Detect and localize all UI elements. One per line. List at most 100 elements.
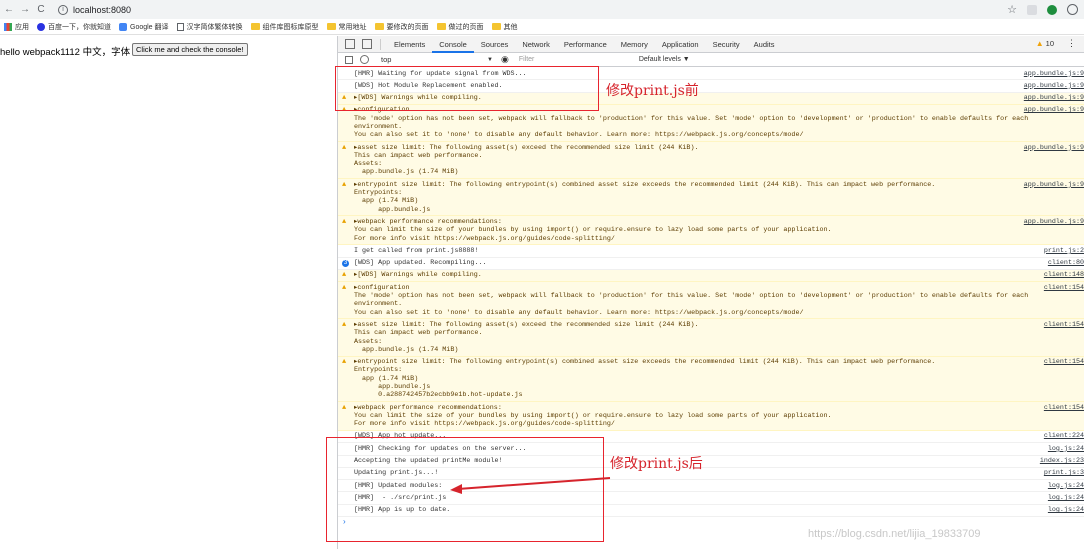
- bookmark-apps[interactable]: 应用: [4, 22, 29, 32]
- back-icon[interactable]: ←: [2, 3, 16, 17]
- bookmark-star-icon[interactable]: ☆: [1007, 3, 1017, 16]
- source-link[interactable]: client:154: [1044, 321, 1084, 329]
- console-message-line: app.bundle.js (1.74 MiB): [354, 345, 459, 354]
- console-warning-row[interactable]: ▲ ▸[WDS] Warnings while compiling. client:…: [338, 269, 1084, 283]
- warning-icon: ▲: [342, 403, 347, 412]
- sidebar-toggle-icon[interactable]: [345, 55, 353, 64]
- source-link[interactable]: app.bundle.js:9: [1024, 94, 1084, 102]
- bookmark-folder-modify[interactable]: 要修改的页面: [374, 22, 429, 32]
- console-warning-row[interactable]: ▲ ▸webpack performance recommendations: Yo…: [338, 216, 1084, 246]
- reload-icon[interactable]: C: [34, 3, 48, 17]
- forward-icon[interactable]: →: [18, 3, 32, 17]
- bookmark-baidu[interactable]: 百度一下，你就知道: [37, 22, 111, 32]
- source-link[interactable]: client:154: [1044, 284, 1084, 292]
- live-expression-icon[interactable]: ◉: [501, 54, 509, 65]
- bookmark-hanzi[interactable]: 汉字简体繁体转换: [176, 22, 243, 32]
- source-link[interactable]: print.js:3: [1044, 469, 1084, 477]
- warning-icon: ▲: [342, 283, 347, 292]
- clear-console-icon[interactable]: [360, 55, 369, 64]
- console-warning-row[interactable]: ▲ ▸configuration The 'mode' option has not…: [338, 282, 1084, 320]
- console-warning-row[interactable]: ▲ ▸entrypoint size limit: The following e…: [338, 179, 1084, 217]
- device-toggle-icon[interactable]: [362, 39, 372, 49]
- console-log-row[interactable]: I get called from print.js8888! print.js:…: [338, 245, 1084, 258]
- inspect-element-icon[interactable]: [345, 39, 355, 49]
- warning-icon: ▲: [342, 271, 347, 280]
- console-message-line: app (1.74 MiB): [354, 197, 419, 206]
- context-selector[interactable]: top: [381, 55, 487, 64]
- console-message-line: app.bundle.js: [354, 205, 431, 214]
- warning-icon: ▲: [342, 180, 347, 189]
- chevron-down-icon: ▼: [487, 56, 493, 63]
- log-levels-dropdown[interactable]: Default levels ▼: [639, 56, 690, 63]
- warning-counter[interactable]: ▲ 10: [1036, 39, 1054, 48]
- console-message-line: This can impact web performance.: [354, 329, 483, 338]
- bookmarks-bar: 应用 百度一下，你就知道 Google 翻译 汉字简体繁体转换 组件库图标库原型…: [0, 19, 1084, 35]
- source-link[interactable]: app.bundle.js:9: [1024, 218, 1084, 226]
- tab-memory[interactable]: Memory: [614, 36, 655, 53]
- source-link[interactable]: log.js:24: [1048, 494, 1084, 502]
- source-link[interactable]: app.bundle.js:9: [1024, 144, 1084, 152]
- console-message-line: ▸configuration: [354, 283, 410, 292]
- console-message-line: app.bundle.js (1.74 MiB): [354, 168, 459, 177]
- tab-network[interactable]: Network: [515, 36, 557, 53]
- console-warning-row[interactable]: ▲ ▸webpack performance recommendations: Yo…: [338, 402, 1084, 431]
- warning-icon: ▲: [342, 143, 347, 152]
- console-message-line: You can also set it to 'none' to disable…: [354, 308, 804, 317]
- source-link[interactable]: client:148: [1044, 271, 1084, 279]
- console-message-line: This can impact web performance.: [354, 151, 483, 160]
- tab-application[interactable]: Application: [655, 36, 706, 53]
- apps-icon: [4, 22, 12, 31]
- tab-audits[interactable]: Audits: [747, 36, 782, 53]
- source-link[interactable]: app.bundle.js:9: [1024, 181, 1084, 189]
- source-link[interactable]: log.js:24: [1048, 482, 1084, 490]
- source-link[interactable]: log.js:24: [1048, 506, 1084, 514]
- console-warning-row[interactable]: ▲ ▸asset size limit: The following asset(…: [338, 319, 1084, 357]
- more-options-icon[interactable]: ⋮: [1067, 38, 1076, 49]
- profile-avatar-icon[interactable]: [1067, 4, 1078, 15]
- folder-icon: [374, 23, 384, 30]
- repeat-count-badge: 3: [342, 259, 349, 267]
- source-link[interactable]: log.js:24: [1048, 445, 1084, 453]
- folder-icon: [491, 23, 501, 30]
- devtools-tabbar: Elements Console Sources Network Perform…: [338, 36, 1084, 53]
- console-message-line: You can also set it to 'none' to disable…: [354, 131, 804, 140]
- console-message-line: environment.: [354, 122, 403, 131]
- check-console-button[interactable]: Click me and check the console!: [132, 43, 248, 56]
- console-warning-row[interactable]: ▲ ▸entrypoint size limit: The following e…: [338, 356, 1084, 403]
- source-link[interactable]: index.js:23: [1040, 457, 1084, 465]
- console-warning-row[interactable]: ▲ ▸asset size limit: The following asset(…: [338, 142, 1084, 180]
- source-link[interactable]: client:224: [1044, 432, 1084, 440]
- source-link[interactable]: client:154: [1044, 404, 1084, 412]
- console-message-line: Assets:: [354, 160, 383, 169]
- bookmark-folder-other[interactable]: 其他: [491, 22, 518, 32]
- address-bar[interactable]: localhost:8080: [73, 5, 131, 15]
- warning-icon: ▲: [342, 320, 347, 329]
- annotation-arrow: [450, 477, 611, 494]
- site-info-icon[interactable]: i: [58, 4, 68, 15]
- extension-green-icon[interactable]: [1047, 4, 1057, 15]
- tab-performance[interactable]: Performance: [557, 36, 614, 53]
- filter-input[interactable]: Filter: [519, 56, 619, 63]
- tab-elements[interactable]: Elements: [387, 36, 432, 53]
- tab-security[interactable]: Security: [706, 36, 747, 53]
- extension-icon[interactable]: [1027, 4, 1037, 15]
- source-link[interactable]: app.bundle.js:9: [1024, 82, 1084, 90]
- source-link[interactable]: client:80: [1048, 259, 1084, 267]
- baidu-icon: [37, 22, 45, 31]
- source-link[interactable]: print.js:2: [1044, 247, 1084, 255]
- console-message-line: 0.a288742457b2ecbb9e1b.hot-update.js: [354, 391, 523, 400]
- bookmark-google-translate[interactable]: Google 翻译: [119, 22, 169, 32]
- console-info-row[interactable]: 3 [WDS] App updated. Recompiling... client…: [338, 258, 1084, 270]
- tab-console[interactable]: Console: [432, 36, 474, 53]
- console-message-line: ▸entrypoint size limit: The following en…: [354, 180, 936, 189]
- source-link[interactable]: app.bundle.js:9: [1024, 106, 1084, 114]
- tab-sources[interactable]: Sources: [474, 36, 516, 53]
- console-message-line: ▸webpack performance recommendations:: [354, 217, 502, 226]
- bookmark-folder-done[interactable]: 做过的页面: [436, 22, 484, 32]
- folder-icon: [250, 23, 260, 30]
- source-link[interactable]: app.bundle.js:9: [1024, 70, 1084, 78]
- bookmark-folder-common[interactable]: 常用地址: [326, 22, 367, 32]
- bookmark-folder-components[interactable]: 组件库图标库原型: [250, 22, 319, 32]
- source-link[interactable]: client:154: [1044, 358, 1084, 366]
- folder-icon: [436, 23, 446, 30]
